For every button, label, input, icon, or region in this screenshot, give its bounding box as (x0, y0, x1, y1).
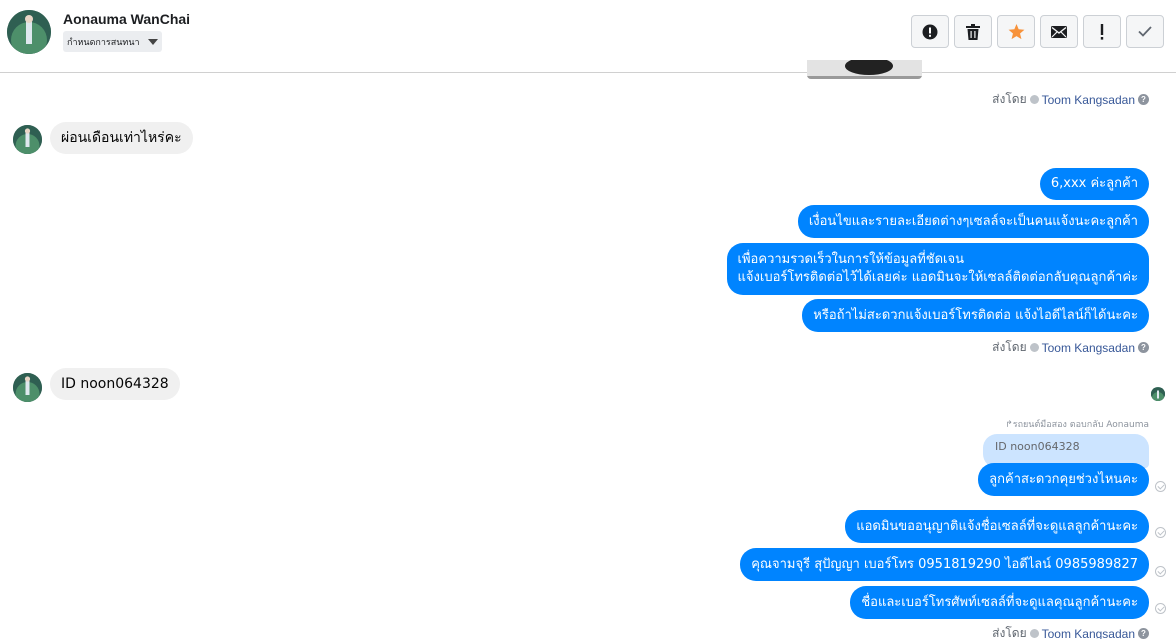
reply-arrow-icon: ↱ (1005, 420, 1013, 430)
spam-button[interactable] (911, 15, 949, 48)
envelope-icon (1051, 25, 1067, 38)
help-icon[interactable]: ? (1138, 342, 1149, 353)
incoming-message[interactable]: ID noon064328 (50, 368, 180, 400)
outgoing-message[interactable]: เพื่อความรวดเร็วในการให้ข้อมูลที่ชัดเจน … (726, 243, 1149, 295)
incoming-message[interactable]: ผ่อนเดือนเท่าไหร่คะ (50, 122, 193, 154)
delivered-check-icon (1155, 603, 1166, 614)
help-icon[interactable]: ? (1138, 628, 1149, 639)
alert-circle-icon (922, 24, 938, 39)
reply-note: ↱รถยนต์มือสอง ตอบกลับ Aonauma (1005, 420, 1149, 430)
assign-conversation-dropdown[interactable]: กำหนดการสนทนา (63, 31, 162, 52)
contact-avatar[interactable] (7, 10, 51, 54)
delivered-check-icon (1155, 527, 1166, 538)
chevron-down-icon (147, 38, 158, 45)
contact-avatar-small[interactable] (13, 125, 42, 154)
star-icon (1008, 23, 1024, 39)
sent-by-label: ส่งโดย Toom Kangsadan ? (992, 624, 1149, 639)
message-line: เพื่อความรวดเร็วในการให้ข้อมูลที่ชัดเจน (737, 252, 964, 267)
contact-name[interactable]: Aonauma WanChai (63, 11, 190, 27)
shared-photo[interactable] (807, 60, 922, 79)
outgoing-message[interactable]: เงื่อนไขและรายละเอียดต่างๆเซลล์จะเป็นคนแ… (797, 205, 1149, 238)
outgoing-message[interactable]: ลูกค้าสะดวกคุยช่วงไหนคะ (978, 463, 1149, 496)
assign-label: กำหนดการสนทนา (67, 37, 140, 48)
delete-button[interactable] (954, 15, 992, 48)
follow-up-button[interactable] (1083, 15, 1121, 48)
outgoing-message[interactable]: หรือถ้าไม่สะดวกแจ้งเบอร์โทรติดต่อ แจ้งไอ… (802, 299, 1149, 332)
sent-by-label: ส่งโดย Toom Kangsadan ? (992, 90, 1149, 109)
agent-status-icon (1029, 95, 1039, 104)
delivered-check-icon (1155, 566, 1166, 577)
agent-name-link[interactable]: Toom Kangsadan (1042, 341, 1135, 355)
conversation-header: Aonauma WanChai กำหนดการสนทนา (0, 0, 1176, 73)
done-button[interactable] (1126, 15, 1164, 48)
check-icon (1138, 26, 1152, 37)
star-button[interactable] (997, 15, 1035, 48)
conversation-toolbar (911, 15, 1164, 48)
agent-status-icon (1029, 343, 1039, 352)
outgoing-message[interactable]: คุณจามจุรี สุปัญญา เบอร์โทร 0951819290 ไ… (740, 548, 1149, 581)
seen-avatar (1151, 387, 1165, 401)
help-icon[interactable]: ? (1138, 94, 1149, 105)
mark-unread-button[interactable] (1040, 15, 1078, 48)
delivered-check-icon (1155, 481, 1166, 492)
exclamation-icon (1100, 23, 1104, 40)
sent-by-label: ส่งโดย Toom Kangsadan ? (992, 338, 1149, 357)
agent-name-link[interactable]: Toom Kangsadan (1042, 627, 1135, 639)
agent-name-link[interactable]: Toom Kangsadan (1042, 93, 1135, 107)
outgoing-message[interactable]: 6,xxx ค่ะลูกค้า (1039, 168, 1149, 200)
outgoing-message[interactable]: แอดมินขออนุญาติแจ้งชื่อเซลล์ที่จะดูแลลูก… (845, 510, 1149, 543)
agent-status-icon (1029, 629, 1039, 638)
contact-avatar-small[interactable] (13, 373, 42, 402)
outgoing-message[interactable]: ชื่อและเบอร์โทรศัพท์เซลล์ที่จะดูแลคุณลูก… (850, 586, 1149, 619)
trash-icon (966, 23, 980, 40)
message-line: แจ้งเบอร์โทรติดต่อไว้ได้เลยค่ะ แอดมินจะใ… (737, 270, 1138, 285)
